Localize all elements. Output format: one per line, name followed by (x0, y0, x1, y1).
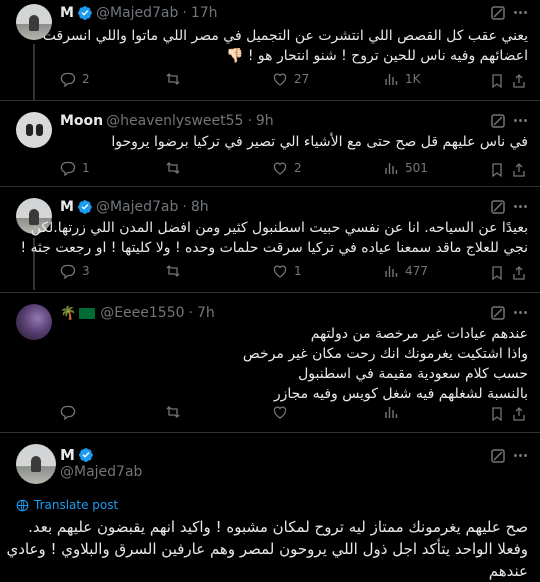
avatar[interactable] (16, 304, 52, 340)
share-icon[interactable] (511, 73, 527, 89)
tweet-4[interactable]: 🌴 @Eeee1550 · 7h عندهم عيادات غير مرخصة … (0, 300, 540, 430)
translate-post-link[interactable]: Translate post (16, 498, 118, 512)
views-icon (385, 74, 398, 85)
views-button[interactable]: 1K (383, 71, 421, 87)
saudi-flag-icon (79, 307, 96, 319)
repost-icon (166, 162, 180, 174)
timestamp[interactable]: 8h (191, 199, 209, 215)
author-handle[interactable]: @Majed7ab (96, 5, 178, 21)
tweet-actions: 1 2 501 (60, 160, 528, 180)
reply-icon (60, 161, 76, 176)
more-options-icon[interactable] (510, 302, 530, 322)
tweet-3[interactable]: M @Majed7ab · 8h بعيدًا عن السياحه. انا … (0, 194, 540, 290)
tweet-actions (60, 404, 528, 424)
views-button[interactable]: 501 (383, 160, 428, 176)
verified-badge-icon (77, 200, 92, 214)
avatar[interactable] (16, 444, 56, 484)
more-options-icon[interactable] (510, 2, 530, 22)
reply-button[interactable]: 1 (60, 160, 90, 176)
tweet-text: يعني عقب كل القصص اللي انتشرت عن التجميل… (42, 28, 528, 64)
author-handle[interactable]: @Majed7ab (60, 464, 142, 480)
reply-button[interactable]: 2 (60, 71, 90, 87)
grok-icon[interactable] (490, 305, 506, 321)
views-icon (385, 407, 398, 418)
heart-icon (273, 265, 287, 278)
repost-icon (166, 73, 180, 85)
views-button[interactable]: 477 (383, 263, 428, 279)
like-button[interactable] (272, 404, 288, 420)
heart-icon (273, 73, 287, 86)
like-button[interactable]: 1 (272, 263, 302, 279)
reply-icon (60, 72, 76, 87)
tweet-text: عندهم عيادات غير مرخصة من دولتهم واذا اش… (242, 326, 528, 402)
tweet-text: بعيدًا عن السياحه. انا عن نفسي حبيت اسطن… (20, 220, 528, 256)
palm-tree-emoji: 🌴 (60, 305, 77, 321)
repost-icon (166, 406, 180, 418)
reply-icon (60, 264, 76, 279)
verified-badge-icon (77, 6, 92, 20)
share-icon[interactable] (511, 406, 527, 422)
heart-icon (273, 406, 287, 419)
timestamp[interactable]: 9h (256, 113, 274, 129)
tweet-actions: 3 1 477 (60, 263, 528, 283)
views-icon (385, 163, 398, 174)
author-name[interactable]: M (60, 446, 75, 464)
views-button[interactable] (383, 404, 399, 420)
grok-icon[interactable] (490, 113, 506, 129)
tweet-actions: 2 27 1K (60, 71, 528, 91)
tweet-text: صح عليهم يغرمونك ممتاز ليه تروح لمكان مش… (6, 518, 528, 580)
main-tweet: M @Majed7ab Translate post صح عليهم يغرم… (0, 440, 540, 582)
tweet-2[interactable]: Moon @heavenlysweet55 · 9h في ناس عليهم … (0, 108, 540, 186)
bookmark-icon[interactable] (489, 406, 505, 422)
author-name[interactable]: M (60, 5, 74, 21)
heart-icon (273, 162, 287, 175)
author-name[interactable]: Moon (60, 113, 103, 129)
more-options-icon[interactable] (510, 196, 530, 216)
bookmark-icon[interactable] (489, 162, 505, 178)
repost-icon (166, 265, 180, 277)
more-options-icon[interactable] (510, 445, 530, 465)
tweet-1[interactable]: M @Majed7ab · 17h يعني عقب كل القصص اللي… (0, 0, 540, 100)
grok-icon[interactable] (490, 199, 506, 215)
author-name[interactable]: M (60, 199, 74, 215)
share-icon[interactable] (511, 162, 527, 178)
author-handle[interactable]: @Eeee1550 (100, 305, 184, 321)
share-icon[interactable] (511, 265, 527, 281)
verified-badge-icon (78, 448, 93, 462)
globe-icon (16, 499, 29, 511)
grok-icon[interactable] (490, 5, 506, 21)
reply-icon (60, 405, 76, 420)
reply-button[interactable]: 3 (60, 263, 90, 279)
like-button[interactable]: 2 (272, 160, 302, 176)
repost-button[interactable] (165, 71, 181, 87)
author-handle[interactable]: @Majed7ab (96, 199, 178, 215)
views-icon (385, 266, 398, 277)
timestamp[interactable]: 17h (191, 5, 218, 21)
tweet-text: في ناس عليهم قل صح حتى مع الأشياء الي تص… (111, 134, 528, 150)
like-button[interactable]: 27 (272, 71, 309, 87)
repost-button[interactable] (165, 404, 181, 420)
reply-button[interactable] (60, 404, 76, 420)
bookmark-icon[interactable] (489, 265, 505, 281)
bookmark-icon[interactable] (489, 73, 505, 89)
repost-button[interactable] (165, 160, 181, 176)
more-options-icon[interactable] (510, 110, 530, 130)
avatar[interactable] (16, 112, 52, 148)
grok-icon[interactable] (490, 448, 506, 464)
author-handle[interactable]: @heavenlysweet55 (106, 113, 243, 129)
repost-button[interactable] (165, 263, 181, 279)
timestamp[interactable]: 7h (197, 305, 215, 321)
